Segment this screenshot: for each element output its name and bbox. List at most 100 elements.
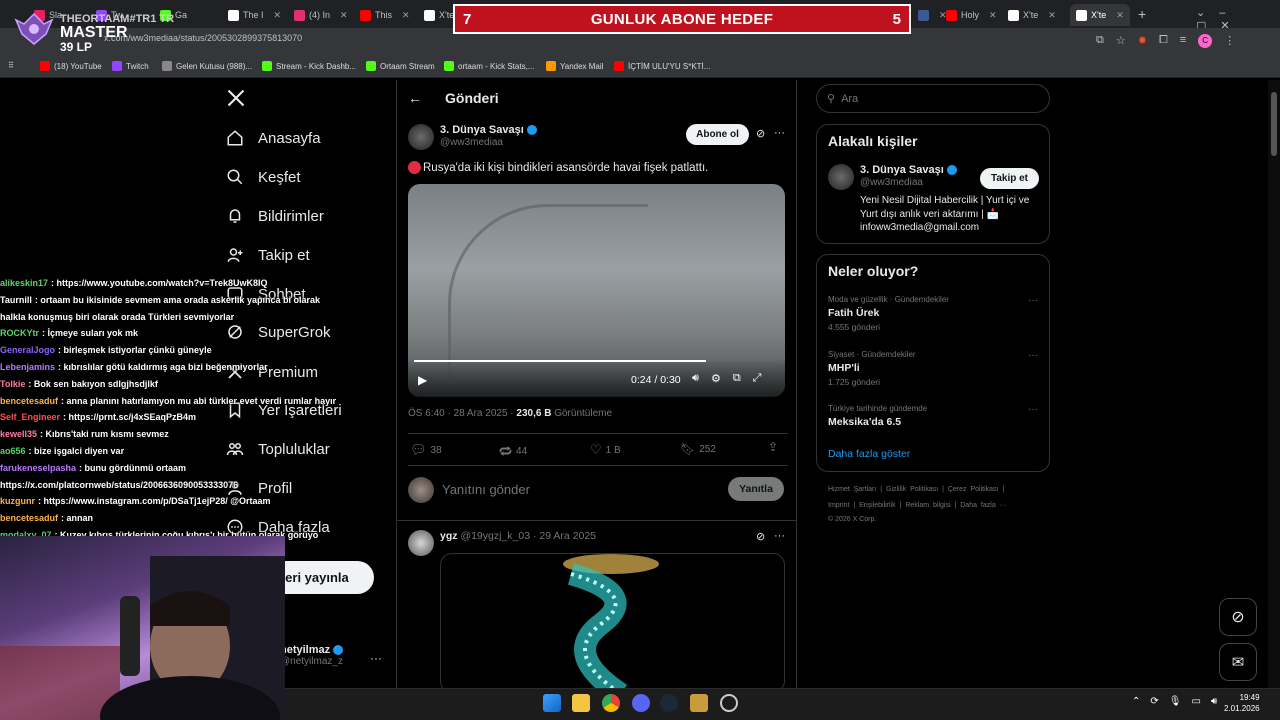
close-icon[interactable]: ✕ [989,10,997,21]
more-icon[interactable]: ··· [1028,350,1038,361]
more-icon[interactable]: ··· [774,530,785,542]
app-icon[interactable] [720,694,738,712]
grok-fab-button[interactable]: ⊘ [1219,598,1257,636]
close-icon[interactable]: ✕ [274,10,282,21]
bookmark-item[interactable]: Gelen Kutusu (988)... [162,61,252,71]
author-info[interactable]: 3. Dünya Savaşı @ww3mediaa [440,124,537,148]
browser-tab[interactable]: The I ✕ [228,4,288,26]
related-avatar[interactable] [828,164,854,190]
apps-icon[interactable]: ⠿ [8,61,14,70]
footer-links-1[interactable]: Hizmet Şartları | Gizlilik Politikası | … [828,486,1004,493]
video-player[interactable]: ▶ 0:24 / 0:30 🔊︎ ⚙ ⧉ ⤢ [408,184,785,397]
nav-notifications[interactable]: Bildirimler [226,204,324,228]
install-app-icon[interactable]: ⧉ [1096,34,1104,50]
reply-author[interactable]: ygz @19ygzj_k_03 · 29 Ara 2025 [440,530,596,542]
x-logo-icon [1008,9,1019,21]
trend-item[interactable]: Moda ve güzellik · Gündemdekiler Fatih Ü… [828,295,1042,332]
more-icon[interactable]: ··· [1028,295,1038,306]
monitor-icon[interactable]: ▭ [1191,696,1200,707]
browser-tab[interactable]: X'te [424,4,454,26]
reply-input[interactable]: Yanıtını gönder [442,482,530,497]
volume-icon[interactable]: 🔊︎ [692,372,699,385]
video-progress-track[interactable] [414,360,779,362]
reply-media[interactable] [440,553,785,693]
bookmark-item[interactable]: Ortaam Stream [366,61,435,71]
close-icon[interactable]: ✕ [1048,10,1056,21]
repost-action[interactable]: 🔁︎ 44 [499,442,527,461]
media-icon[interactable]: ≡ [1180,34,1186,50]
play-icon[interactable]: ▶ [418,373,427,387]
extension-icon[interactable]: ✸ [1138,34,1147,50]
bookmark-action[interactable]: 🔖︎ 252 [680,442,716,456]
volume-icon[interactable]: 🔊︎ [1211,696,1217,707]
league-icon[interactable] [690,694,708,712]
bookmark-item[interactable]: İÇTİM ULU'YU S*KTİ... [614,61,710,71]
related-title: Alakalı kişiler [828,133,918,149]
trend-item[interactable]: Türkiye tarihinde gündemde Meksika'da 6.… [828,404,1042,428]
new-tab-icon[interactable]: + [1138,6,1146,22]
more-icon[interactable]: ··· [1028,404,1038,415]
follow-button[interactable]: Takip et [980,168,1039,189]
chat-message: Tolkie: Bok sen bakıyon sdlgjhsdjlkf [0,376,345,393]
footer-links-2[interactable]: Imprint | Erişilebilirlik | Reklam bilgi… [828,502,1007,509]
related-info[interactable]: 3. Dünya Savaşı @ww3mediaa [860,164,957,188]
x-logo-icon[interactable] [226,88,246,108]
settings-icon[interactable]: ⚙ [711,372,721,385]
grok-icon[interactable]: ⊘ [756,530,765,543]
chat-username: Taurnill [0,294,32,305]
author-name: 3. Dünya Savaşı [440,124,524,136]
start-icon[interactable] [543,694,561,712]
more-icon[interactable]: ··· [370,651,382,665]
nav-home[interactable]: Anasayfa [226,126,321,150]
bookmark-item[interactable]: Stream - Kick Dashb... [262,61,356,71]
subscribe-button[interactable]: Abone ol [686,124,749,145]
discord-icon[interactable] [632,694,650,712]
share-icon[interactable]: ⇪ [768,440,778,454]
bookmark-item[interactable]: Twitch [112,61,149,71]
messages-fab-button[interactable]: ✉ [1219,643,1257,681]
browser-tab[interactable]: (4) In ✕ [294,4,354,26]
chevron-up-icon[interactable]: ⌃ [1132,696,1140,707]
steam-icon[interactable] [660,694,678,712]
close-icon[interactable]: ✕ [1116,10,1124,21]
bookmark-item[interactable]: Yandex Mail [546,61,603,71]
more-icon[interactable]: ··· [774,127,785,139]
chrome-icon[interactable] [602,694,620,712]
mic-icon[interactable]: 🎙︎ [1169,696,1182,707]
grok-icon[interactable]: ⊘ [756,127,765,140]
nav-explore[interactable]: Keşfet [226,165,301,189]
reply-action[interactable]: 💬︎ 38 [410,442,442,458]
browser-tab[interactable]: Holy ✕ [946,4,1002,26]
close-icon[interactable]: ✕ [340,10,348,21]
puzzle-icon[interactable]: ⧠ [1159,34,1168,50]
nav-follow[interactable]: Takip et [226,243,310,267]
show-more-link[interactable]: Daha fazla göster [828,448,910,460]
like-action[interactable]: ♡ 1 B [590,442,621,458]
bookmark-item[interactable]: ortaam - Kick Stats,... [444,61,534,71]
author-avatar[interactable] [408,124,434,150]
browser-tab[interactable]: X'te ✕ [1008,4,1068,26]
file-explorer-icon[interactable] [572,694,590,712]
scrollbar-thumb[interactable] [1271,92,1277,156]
network-icon[interactable]: ⟳ [1150,696,1158,707]
browser-tab[interactable]: This ✕ [360,4,420,26]
twitch-icon [112,61,122,71]
fullscreen-icon[interactable]: ⤢ [753,372,762,385]
back-arrow-icon[interactable]: ← [408,90,422,106]
reply-button[interactable]: Yanıtla [728,477,784,501]
reply-avatar[interactable] [408,530,434,556]
search-input[interactable]: ⚲ Ara [816,84,1050,113]
chat-message: ao656: bize işgalci diyen var [0,443,345,460]
chat-username: bencetesaduf [0,513,59,524]
profile-avatar[interactable]: C [1198,34,1213,48]
browser-tab[interactable]: ✕ [918,4,948,26]
star-icon[interactable]: ☆ [1116,34,1126,50]
pip-icon[interactable]: ⧉ [733,372,741,385]
bookmark-item[interactable]: (18) YouTube [40,61,102,71]
taskbar-clock[interactable]: 19:49 2.01.2026 [1224,692,1260,714]
menu-icon[interactable]: ⋮ [1224,34,1235,50]
page-scrollbar[interactable] [1268,80,1280,688]
trend-item[interactable]: Siyaset · Gündemdekiler MHP'li 1.725 gön… [828,350,1042,387]
close-icon[interactable]: ✕ [402,10,410,21]
browser-tab-active[interactable]: X'te ✕ [1070,4,1130,26]
